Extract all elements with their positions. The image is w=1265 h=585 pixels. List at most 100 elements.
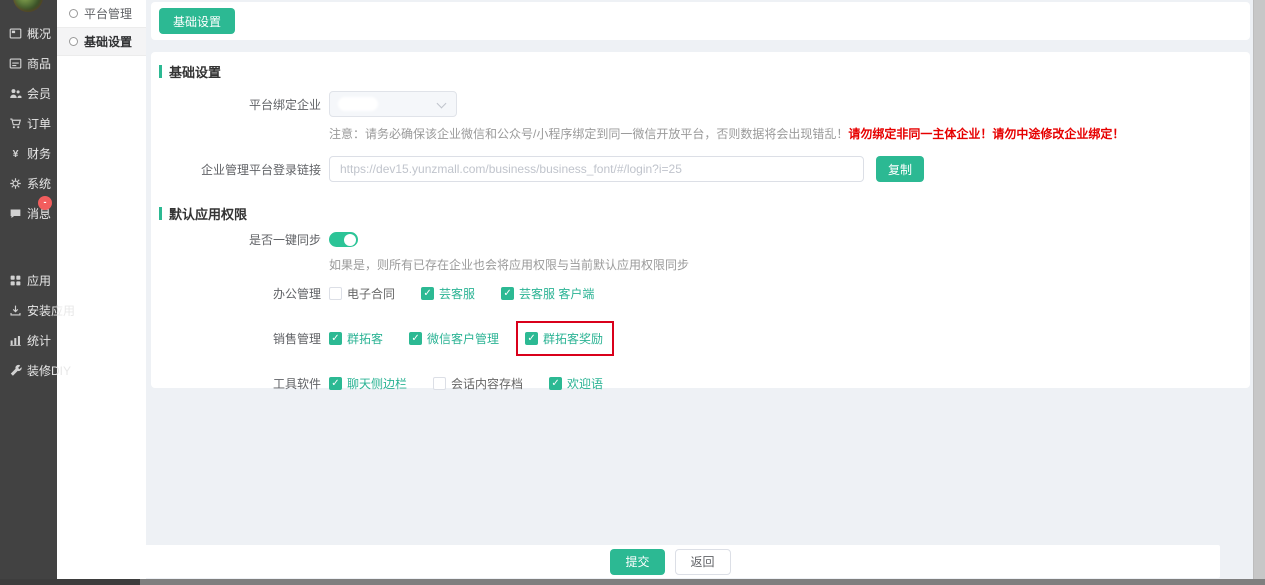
system-icon <box>9 177 22 190</box>
chevron-down-icon <box>436 98 447 109</box>
diy-icon <box>9 364 22 377</box>
sidebar-item-goods[interactable]: 商品 <box>0 48 57 78</box>
sidebar-item-messages[interactable]: 消息 - <box>0 196 57 228</box>
sidebar-item-label: 安装应用 <box>27 303 76 318</box>
bind-company-label: 平台绑定企业 <box>248 97 321 112</box>
tab-basic-settings[interactable]: 基础设置 <box>159 8 236 34</box>
permission-row-office: 办公管理 电子合同 ✓ 芸客服 ✓ 芸客服 客户端 <box>159 285 1238 302</box>
submenu-item-platform-manage[interactable]: 平台管理 <box>57 0 146 28</box>
vertical-scrollbar[interactable] <box>1253 0 1265 585</box>
logo-avatar[interactable] <box>13 0 43 12</box>
sidebar-item-label: 会员 <box>27 86 52 101</box>
back-button[interactable]: 返回 <box>674 548 731 575</box>
message-badge: - <box>38 196 52 210</box>
permission-row-sales: 销售管理 ✓ 群拓客 ✓ 微信客户管理 ✓ 群拓客奖励 <box>159 321 1238 356</box>
sync-row: 是否一键同步 <box>159 231 1238 248</box>
login-link-row: 企业管理平台登录链接 复制 <box>159 156 1238 182</box>
sidebar-item-label: 财务 <box>27 146 52 161</box>
redacted-company-value <box>338 97 378 111</box>
permission-group-label: 工具软件 <box>272 377 321 391</box>
checkbox-tools-0[interactable]: ✓ 聊天侧边栏 <box>329 375 407 392</box>
section-title-permissions: 默认应用权限 <box>159 204 1238 223</box>
sidebar-item-label: 装修DIY <box>27 363 72 378</box>
svg-text:¥: ¥ <box>13 148 19 160</box>
copy-button[interactable]: 复制 <box>876 156 925 182</box>
section-title-basic: 基础设置 <box>159 62 1238 81</box>
sidebar-item-apps[interactable]: 应用 <box>0 265 57 295</box>
checkbox-checked-icon: ✓ <box>525 332 539 345</box>
checkbox-office-0[interactable]: 电子合同 <box>329 285 395 302</box>
checkbox-label: 芸客服 客户端 <box>519 287 595 301</box>
checkbox-checked-icon: ✓ <box>549 377 563 390</box>
sync-helper-note: 如果是，则所有已存在企业也会将应用权限与当前默认应用权限同步 <box>329 258 690 272</box>
horizontal-scrollbar-track[interactable] <box>140 579 1265 585</box>
app-window: 概况 商品 会员 订单 ¥ 财务 系统 消息 - 应用 安装应用 统计 装修DIY 平台管理 基础设置 基… <box>0 0 1265 585</box>
checkbox-sales-2[interactable]: ✓ 群拓客奖励 <box>516 321 615 356</box>
sync-toggle[interactable] <box>329 232 358 247</box>
submenu-item-basic-settings[interactable]: 基础设置 <box>57 28 146 56</box>
submit-button[interactable]: 提交 <box>610 548 665 575</box>
checkbox-sales-1[interactable]: ✓ 微信客户管理 <box>409 330 499 347</box>
sidebar-item-decorate-diy[interactable]: 装修DIY <box>0 355 71 385</box>
checkbox-label: 微信客户管理 <box>427 332 500 346</box>
checkbox-checked-icon: ✓ <box>501 287 515 300</box>
sidebar-item-label: 统计 <box>27 333 52 348</box>
finance-icon: ¥ <box>9 147 22 160</box>
overview-icon <box>9 27 22 40</box>
radio-icon <box>69 9 78 18</box>
checkbox-label: 电子合同 <box>347 287 396 301</box>
checkbox-unchecked-icon <box>329 287 342 300</box>
bind-warning-red: 请勿绑定非同一主体企业！请勿中途修改企业绑定！ <box>848 127 1125 141</box>
sidebar-item-orders[interactable]: 订单 <box>0 108 57 138</box>
permission-group-label: 办公管理 <box>272 287 321 301</box>
checkbox-checked-icon: ✓ <box>329 332 342 345</box>
members-icon <box>9 87 22 100</box>
checkbox-office-2[interactable]: ✓ 芸客服 客户端 <box>501 285 594 302</box>
bind-company-select[interactable] <box>329 91 457 117</box>
checkbox-label: 群拓客奖励 <box>543 332 604 346</box>
sidebar-item-stats[interactable]: 统计 <box>0 325 57 355</box>
sidebar-item-label: 系统 <box>27 176 52 191</box>
sidebar-item-members[interactable]: 会员 <box>0 78 57 108</box>
message-icon <box>9 207 22 220</box>
main-sidebar: 概况商品会员订单 ¥ 财务系统消息 - 应用安装应用统计装修DIY <box>0 0 75 585</box>
checkbox-label: 群拓客 <box>347 332 384 346</box>
sidebar-item-label: 应用 <box>27 273 52 288</box>
orders-icon <box>9 117 22 130</box>
login-link-label: 企业管理平台登录链接 <box>200 162 321 177</box>
main-content: 基础设置 基础设置 平台绑定企业 注意：请务必确保该企业微信和公众号/小程序绑定… <box>121 0 1265 585</box>
sidebar-item-label: 概况 <box>27 26 52 41</box>
sidebar-item-system[interactable]: 系统 <box>0 168 57 198</box>
checkbox-unchecked-icon <box>433 377 447 390</box>
checkbox-label: 欢迎语 <box>567 377 604 391</box>
checkbox-checked-icon: ✓ <box>409 332 423 345</box>
apps-icon <box>9 274 22 287</box>
action-bar: 提交 返回 <box>121 545 1220 578</box>
permission-groups: 办公管理 电子合同 ✓ 芸客服 ✓ 芸客服 客户端 销售管理 ✓ 群拓客 ✓ 微信客户管理 ✓ 群拓客奖… <box>159 285 1238 392</box>
bind-warning-note: 注意：请务必确保该企业微信和公众号/小程序绑定到同一微信开放平台，否则数据将会出… <box>329 125 1238 142</box>
sidebar-item-finance[interactable]: ¥ 财务 <box>0 138 57 168</box>
stats-icon <box>9 334 22 347</box>
sidebar-item-label: 商品 <box>27 56 52 71</box>
sidebar-item-label: 订单 <box>27 116 52 131</box>
checkbox-label: 会话内容存档 <box>451 377 524 391</box>
checkbox-label: 聊天侧边栏 <box>347 377 408 391</box>
checkbox-tools-2[interactable]: ✓ 欢迎语 <box>549 375 603 392</box>
horizontal-scrollbar[interactable] <box>0 579 1265 585</box>
settings-form-card: 基础设置 平台绑定企业 注意：请务必确保该企业微信和公众号/小程序绑定到同一微信… <box>151 52 1250 391</box>
install-icon <box>9 304 22 317</box>
page-tab-bar: 基础设置 <box>151 2 1250 40</box>
horizontal-scrollbar-thumb[interactable] <box>0 579 140 585</box>
goods-icon <box>9 57 22 70</box>
submenu-item-label: 基础设置 <box>84 35 133 49</box>
sidebar-item-install-apps[interactable]: 安装应用 <box>0 295 75 325</box>
bind-warning-gray: 注意：请务必确保该企业微信和公众号/小程序绑定到同一微信开放平台，否则数据将会出… <box>329 127 849 141</box>
checkbox-sales-0[interactable]: ✓ 群拓客 <box>329 330 383 347</box>
checkbox-tools-1[interactable]: 会话内容存档 <box>433 375 523 392</box>
login-link-input[interactable] <box>329 156 864 182</box>
checkbox-office-1[interactable]: ✓ 芸客服 <box>421 285 475 302</box>
sidebar-item-overview[interactable]: 概况 <box>0 18 57 48</box>
bind-company-row: 平台绑定企业 <box>159 91 1238 117</box>
sidebar-nav: 概况商品会员订单 ¥ 财务系统消息 - 应用安装应用统计装修DIY <box>0 18 75 385</box>
checkbox-checked-icon: ✓ <box>329 377 342 390</box>
